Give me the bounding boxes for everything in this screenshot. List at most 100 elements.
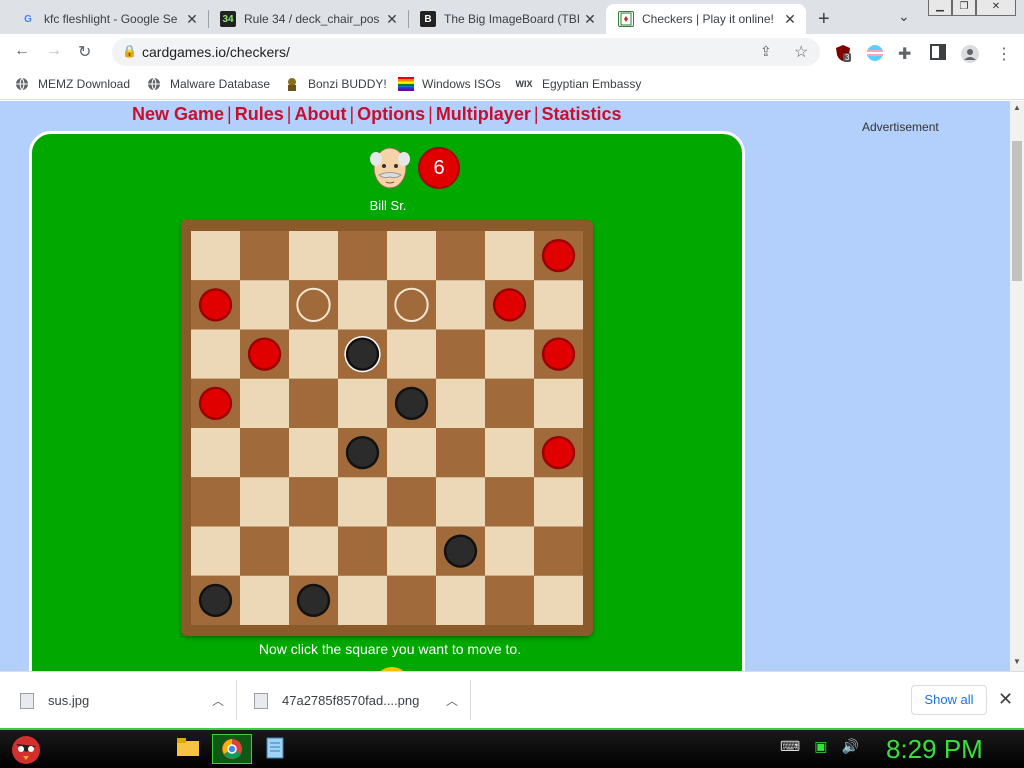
dark-square[interactable] (436, 231, 485, 281)
light-square[interactable] (338, 378, 387, 428)
menu-multiplayer[interactable]: Multiplayer (436, 104, 531, 124)
bookmark-malware-database[interactable]: Malware Database (146, 76, 270, 92)
start-button[interactable] (8, 730, 44, 768)
new-tab-button[interactable]: + (818, 8, 830, 31)
black-checker-piece[interactable] (344, 335, 381, 373)
light-square[interactable] (534, 378, 583, 428)
ublock-extension-icon[interactable]: 3 (834, 44, 852, 62)
light-square[interactable] (191, 428, 240, 478)
bookmark-memz[interactable]: MEMZ Download (14, 76, 130, 92)
black-checker-piece[interactable] (345, 435, 380, 470)
light-square[interactable] (485, 526, 534, 576)
black-checker-piece[interactable] (198, 583, 233, 618)
side-panel-icon[interactable] (930, 44, 948, 62)
light-square[interactable] (191, 526, 240, 576)
address-bar[interactable]: 🔒 cardgames.io/checkers/ ⇪ ☆ (112, 38, 820, 66)
light-square[interactable] (534, 280, 583, 330)
dark-square[interactable] (289, 477, 338, 527)
light-square[interactable] (338, 477, 387, 527)
dark-square[interactable] (338, 526, 387, 576)
light-square[interactable] (289, 231, 338, 281)
forward-arrow-icon[interactable]: → (46, 42, 62, 60)
minimize-button[interactable]: ▁ (928, 0, 952, 16)
chevron-up-icon[interactable]: ︿ (212, 692, 224, 709)
light-square[interactable] (485, 231, 534, 281)
light-square[interactable] (387, 428, 436, 478)
show-all-button[interactable]: Show all (911, 685, 987, 715)
reload-icon[interactable]: ↻ (78, 42, 91, 62)
dark-square[interactable] (240, 428, 289, 478)
close-icon[interactable]: ✕ (184, 11, 200, 28)
close-icon[interactable]: ✕ (782, 11, 798, 28)
dark-square[interactable] (485, 477, 534, 527)
light-square[interactable] (485, 329, 534, 379)
bookmark-bonzi-buddy[interactable]: Bonzi BUDDY! (284, 76, 387, 92)
notepad-icon[interactable] (264, 736, 290, 762)
light-square[interactable] (289, 428, 338, 478)
red-checker-piece[interactable] (247, 337, 282, 371)
dark-square[interactable] (485, 378, 534, 428)
tab-checkers[interactable]: Checkers | Play it online! ✕ (606, 4, 806, 34)
light-square[interactable] (191, 329, 240, 379)
scroll-down-icon[interactable]: ▼ (1013, 657, 1021, 666)
light-square[interactable] (240, 477, 289, 527)
close-icon[interactable]: ✕ (998, 689, 1013, 710)
black-checker-piece[interactable] (443, 534, 478, 568)
tab-search-chevron-icon[interactable]: ⌄ (898, 8, 910, 25)
restore-button[interactable]: ❐ (952, 0, 976, 16)
dark-square[interactable] (338, 231, 387, 281)
dark-square[interactable] (240, 526, 289, 576)
bookmark-windows-isos[interactable]: Windows ISOs (398, 76, 501, 92)
light-square[interactable] (191, 231, 240, 281)
light-square[interactable] (436, 378, 485, 428)
close-icon[interactable]: ✕ (582, 11, 598, 28)
dark-square[interactable] (240, 231, 289, 281)
checkers-board[interactable] (191, 231, 583, 625)
dark-square[interactable] (387, 575, 436, 625)
tab-tbib[interactable]: B The Big ImageBoard (TBI ✕ (408, 4, 606, 34)
dark-square[interactable] (436, 329, 485, 379)
red-checker-piece[interactable] (198, 288, 233, 322)
light-square[interactable] (387, 526, 436, 576)
download-item[interactable]: 47a2785f8570fad....png ︿ (254, 672, 458, 729)
menu-rules[interactable]: Rules (235, 104, 284, 124)
light-square[interactable] (387, 231, 436, 281)
close-icon[interactable]: ✕ (384, 11, 400, 28)
keyboard-icon[interactable]: ⌨ (780, 738, 800, 755)
dark-square[interactable] (485, 575, 534, 625)
chrome-taskbar-icon[interactable] (212, 734, 252, 764)
red-checker-piece[interactable] (541, 435, 576, 470)
light-square[interactable] (289, 526, 338, 576)
red-checker-piece[interactable] (492, 288, 527, 322)
red-checker-piece[interactable] (541, 337, 576, 371)
black-checker-piece[interactable] (394, 386, 429, 421)
page-scrollbar[interactable]: ▲ ▼ (1010, 101, 1024, 671)
network-icon[interactable]: ▣ (814, 738, 827, 755)
tab-rule34[interactable]: 34 Rule 34 / deck_chair_pos ✕ (208, 4, 408, 34)
black-checker-piece[interactable] (296, 583, 331, 618)
download-item[interactable]: sus.jpg ︿ (20, 672, 224, 729)
kebab-menu-icon[interactable]: ⋮ (996, 44, 1014, 63)
light-square[interactable] (534, 477, 583, 527)
volume-icon[interactable]: 🔊 (841, 738, 858, 755)
dark-square[interactable] (534, 526, 583, 576)
puzzle-extensions-icon[interactable]: ✚ (898, 44, 916, 63)
menu-options[interactable]: Options (357, 104, 425, 124)
dark-square[interactable] (436, 428, 485, 478)
dark-square[interactable] (387, 477, 436, 527)
light-square[interactable] (436, 280, 485, 330)
back-arrow-icon[interactable]: ← (14, 42, 30, 60)
light-square[interactable] (387, 329, 436, 379)
tab-google[interactable]: G kfc fleshlight - Google Se ✕ (8, 4, 208, 34)
bookmark-star-icon[interactable]: ☆ (794, 42, 808, 62)
menu-statistics[interactable]: Statistics (542, 104, 622, 124)
light-square[interactable] (240, 575, 289, 625)
light-square[interactable] (534, 575, 583, 625)
scroll-up-icon[interactable]: ▲ (1013, 103, 1021, 112)
red-checker-piece[interactable] (198, 386, 233, 421)
profile-avatar-icon[interactable] (960, 44, 979, 63)
trans-flag-extension-icon[interactable] (866, 44, 884, 62)
light-square[interactable] (338, 280, 387, 330)
light-square[interactable] (436, 477, 485, 527)
menu-new-game[interactable]: New Game (132, 104, 224, 124)
